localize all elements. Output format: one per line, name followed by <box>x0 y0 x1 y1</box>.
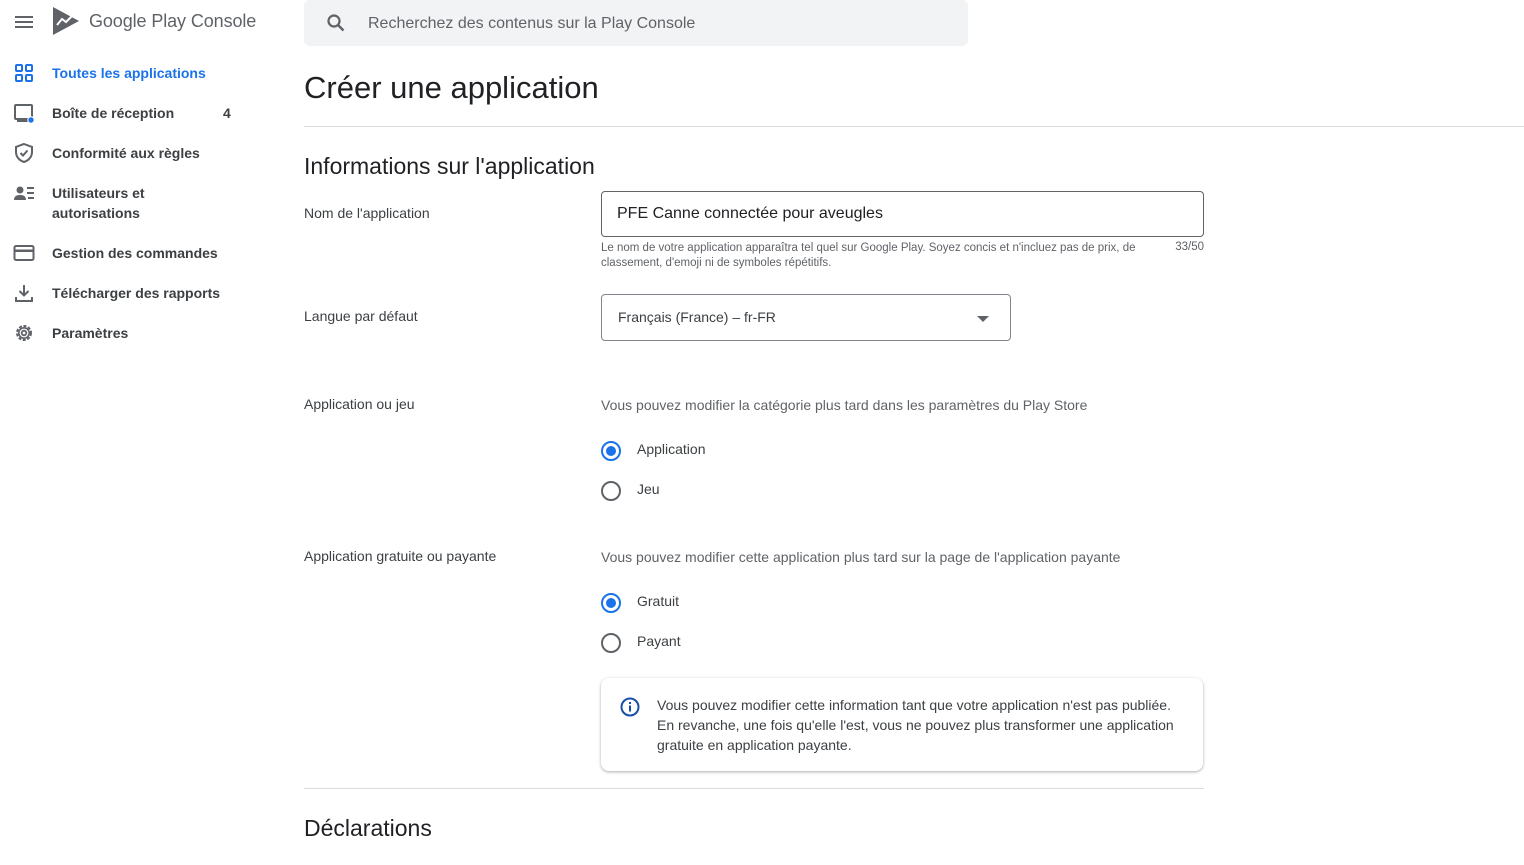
app-name-value: PFE Canne connectée pour aveugles <box>617 205 883 222</box>
app-brand: Google Play Console <box>89 11 257 31</box>
sidebar-item-label: Paramètres <box>52 325 129 341</box>
gear-icon <box>16 325 32 341</box>
radio-free-label[interactable]: Gratuit <box>637 593 679 609</box>
radio-dot-icon <box>606 446 616 456</box>
sidebar-item-label: Télécharger des rapports <box>52 285 221 301</box>
sidebar-item-label: Conformité aux règles <box>52 145 200 161</box>
radio-game-label[interactable]: Jeu <box>637 481 660 497</box>
divider <box>304 126 1524 127</box>
shield-check-icon <box>15 142 33 164</box>
app-name-field[interactable]: PFE Canne connectée pour aveugles <box>601 191 1204 237</box>
radio-ring-icon <box>601 481 621 501</box>
sidebar-item-all-apps[interactable]: Toutes les applications <box>0 53 270 93</box>
search-icon <box>327 14 345 32</box>
radio-application[interactable] <box>600 440 622 462</box>
sidebar-item-inbox[interactable]: Boîte de réception 4 <box>0 93 270 133</box>
inbox-icon <box>14 104 35 124</box>
sidebar-item-label-line1: Utilisateurs et <box>52 185 145 201</box>
search-bar[interactable] <box>304 0 968 48</box>
radio-game[interactable] <box>600 480 622 502</box>
divider <box>304 788 1204 789</box>
credit-card-icon <box>13 245 35 261</box>
hamburger-menu-icon <box>15 16 33 28</box>
download-icon <box>15 285 33 302</box>
play-console-logo[interactable] <box>52 6 80 36</box>
play-console-logo-icon <box>53 7 79 35</box>
sidebar-item-orders[interactable]: Gestion des commandes <box>0 233 270 273</box>
page-title: Créer une application <box>304 70 599 105</box>
radio-free[interactable] <box>600 592 622 614</box>
sidebar-item-policy[interactable]: Conformité aux règles <box>0 133 270 173</box>
section-title-app-info: Informations sur l'application <box>304 153 595 179</box>
info-note-text: Vous pouvez modifier cette information t… <box>657 697 1174 753</box>
radio-application-label[interactable]: Application <box>637 441 706 457</box>
default-language-value: Français (France) – fr-FR <box>618 309 776 325</box>
sidebar-item-label: Gestion des commandes <box>52 245 218 261</box>
default-language-select[interactable]: Français (France) – fr-FR <box>601 294 1011 341</box>
free-or-paid-description: Vous pouvez modifier cette application p… <box>601 549 1121 565</box>
radio-ring-icon <box>601 633 621 653</box>
free-or-paid-label: Application gratuite ou payante <box>304 548 497 564</box>
dropdown-arrow-icon <box>977 316 989 322</box>
app-name-char-counter: 33/50 <box>1175 241 1204 253</box>
sidebar-item-label: Toutes les applications <box>52 65 206 81</box>
app-name-helper-text: Le nom de votre application apparaîtra t… <box>601 242 1136 269</box>
info-note-card: Vous pouvez modifier cette information t… <box>601 678 1203 771</box>
app-or-game-label: Application ou jeu <box>304 396 415 412</box>
app-or-game-description: Vous pouvez modifier la catégorie plus t… <box>601 397 1088 413</box>
main-menu-button[interactable] <box>12 10 36 34</box>
app-name-label: Nom de l'application <box>304 205 430 221</box>
search-input[interactable] <box>366 0 950 48</box>
sidebar-item-label-line2: autorisations <box>52 205 140 221</box>
sidebar-item-users[interactable]: Utilisateurs et autorisations <box>0 173 270 233</box>
radio-paid[interactable] <box>600 632 622 654</box>
section-title-declarations: Déclarations <box>304 815 432 841</box>
sidebar-item-settings[interactable]: Paramètres <box>0 313 270 353</box>
default-language-label: Langue par défaut <box>304 308 418 324</box>
info-icon <box>620 697 640 717</box>
sidebar-item-label: Boîte de réception <box>52 105 175 121</box>
radio-dot-icon <box>606 598 616 608</box>
grid-icon <box>15 64 33 82</box>
sidebar-item-reports[interactable]: Télécharger des rapports <box>0 273 270 313</box>
people-icon <box>14 186 34 200</box>
radio-paid-label[interactable]: Payant <box>637 633 681 649</box>
inbox-count-badge: 4 <box>223 105 231 121</box>
